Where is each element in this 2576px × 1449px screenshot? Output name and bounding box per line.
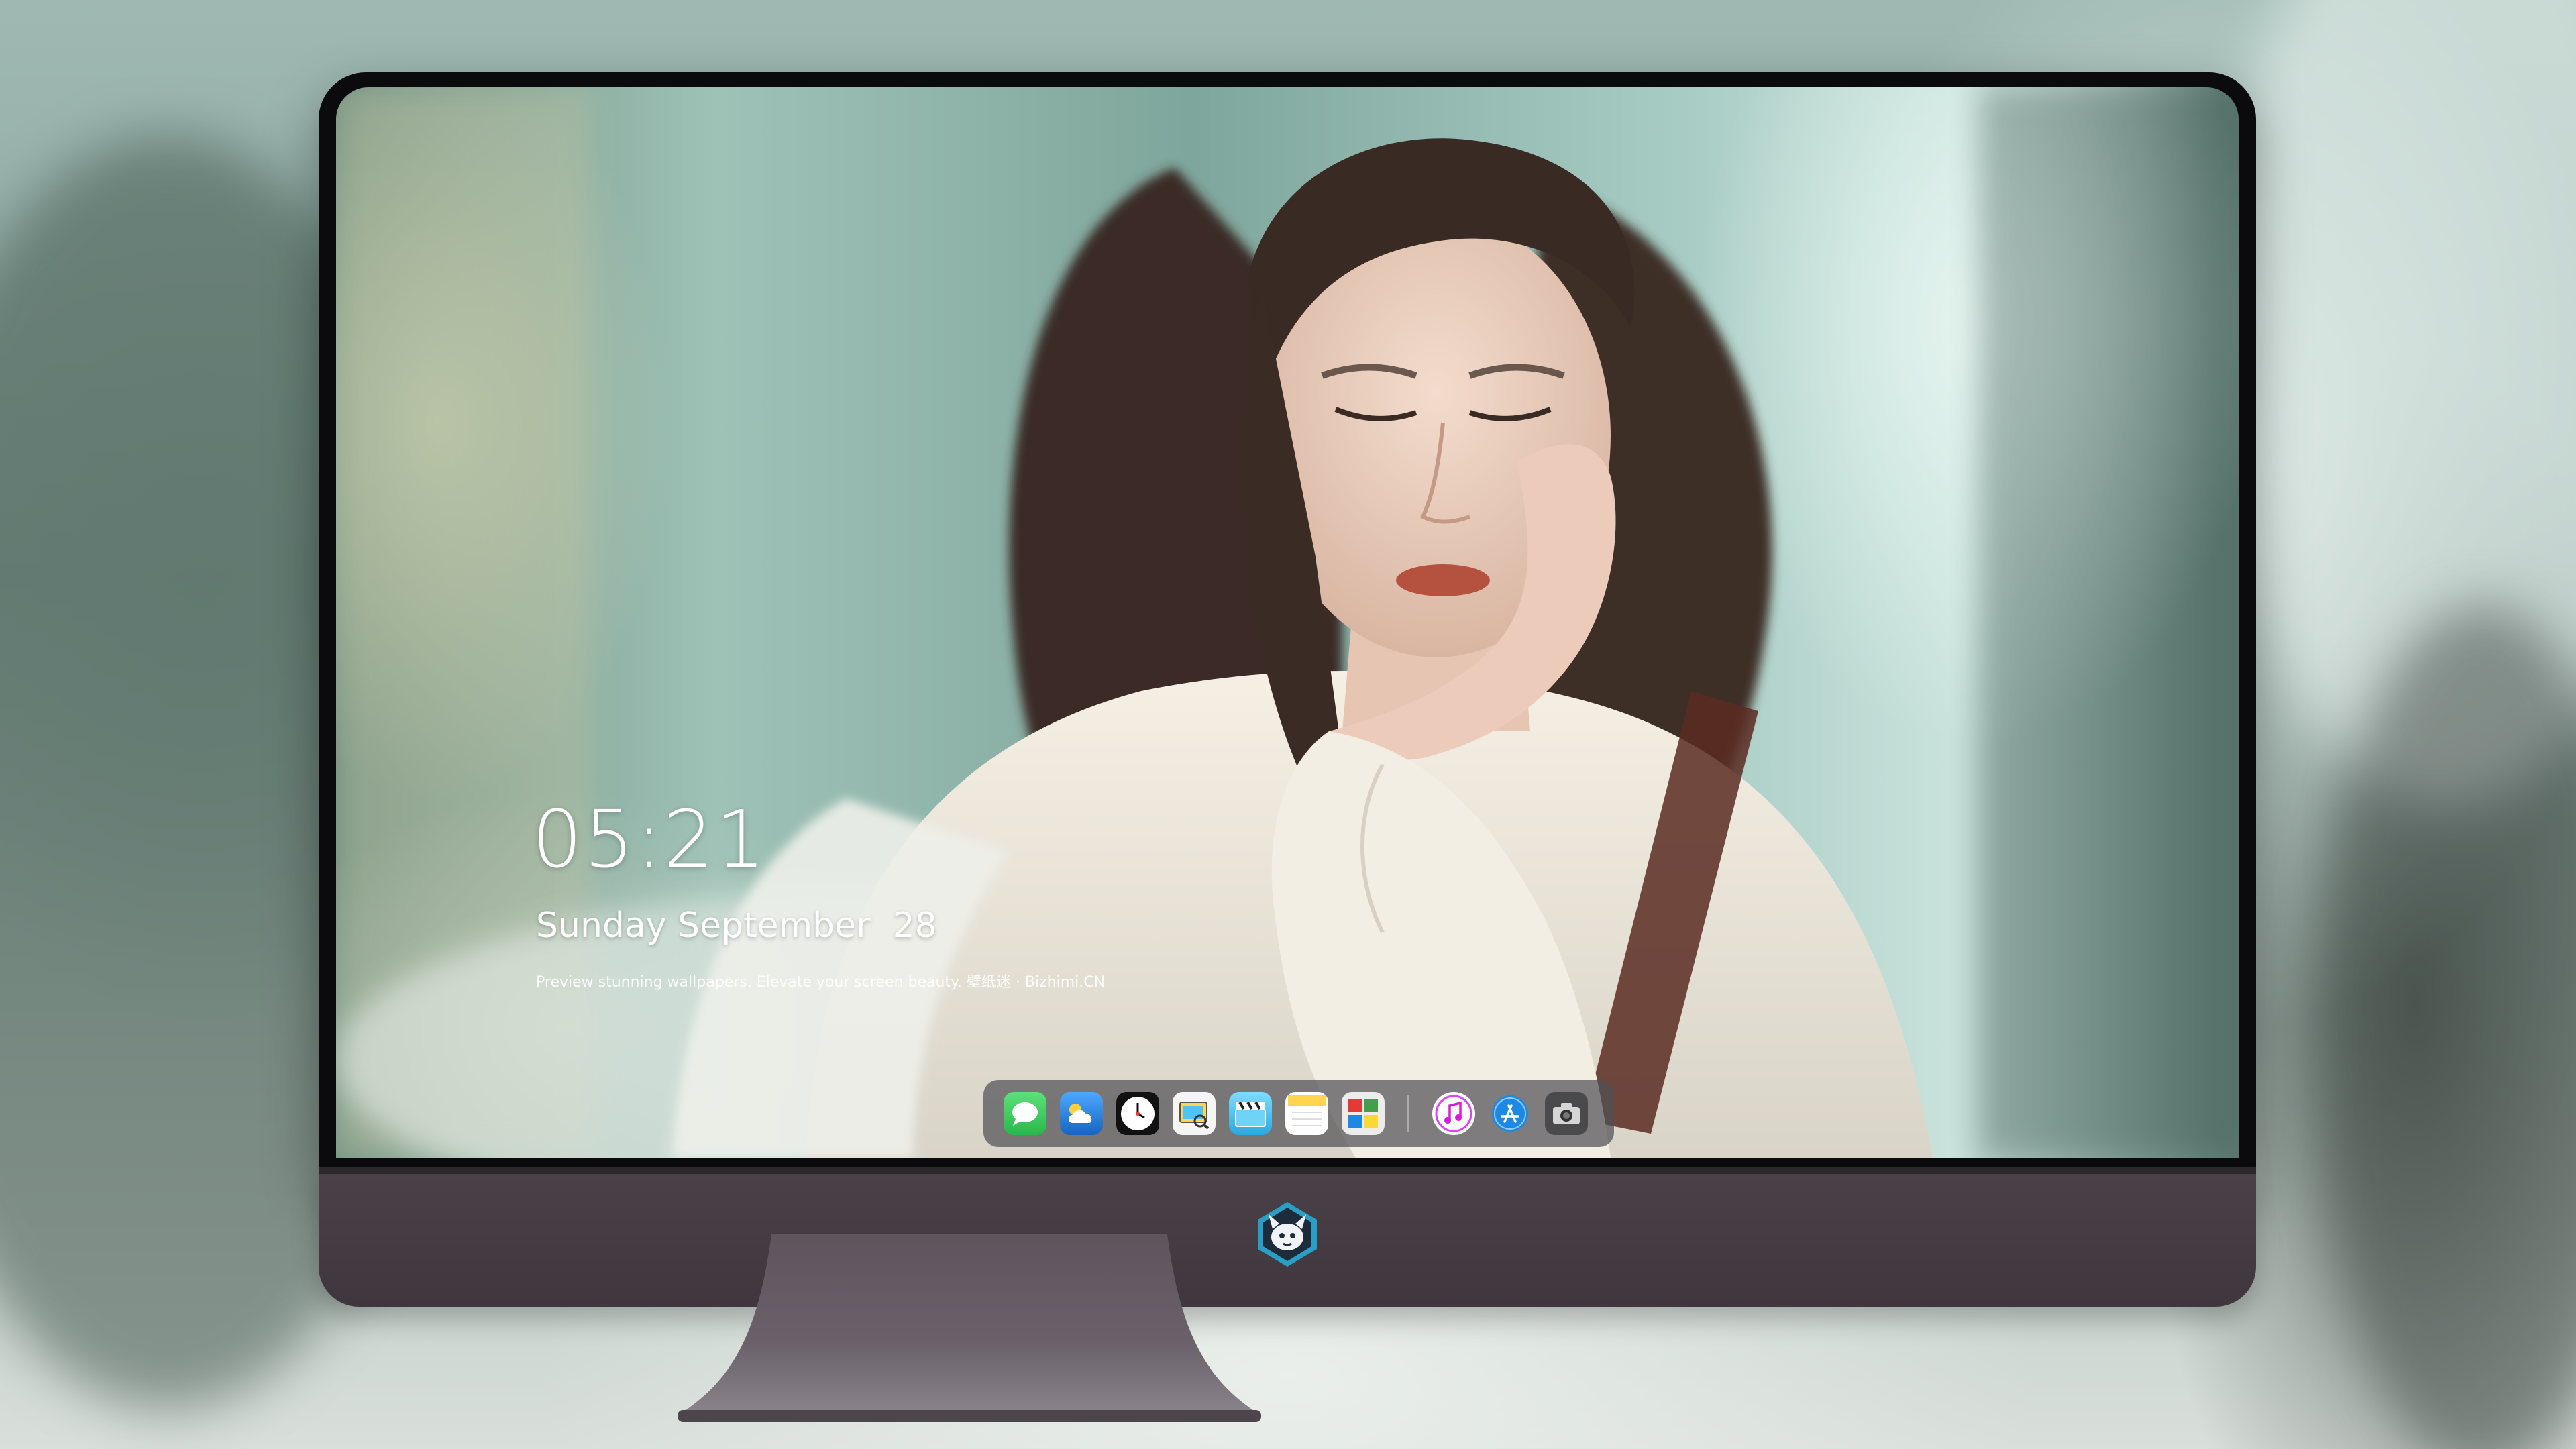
photo-viewer-icon[interactable] [1173,1092,1216,1135]
dock [983,1080,1614,1147]
clock-icon[interactable] [1116,1092,1159,1135]
wallpaper-tagline: Preview stunning wallpapers. Elevate you… [536,970,1105,991]
music-note-icon[interactable] [1432,1092,1475,1135]
clapperboard-icon[interactable] [1229,1092,1272,1135]
app-store-icon[interactable] [1489,1092,1532,1135]
lock-clock: 05:21 [532,793,767,885]
lock-date: Sunday September 28 [536,906,937,946]
photo-grid-icon[interactable] [1342,1092,1385,1135]
desktop-background: 05:21 Sunday September 28 Preview stunni… [0,0,2576,1449]
notes-icon[interactable] [1285,1092,1328,1135]
dock-separator [1407,1095,1409,1132]
cloud-icon[interactable] [1060,1092,1103,1135]
wallpaper-image [336,87,2239,1158]
camera-icon[interactable] [1545,1092,1588,1135]
monitor-stand [678,1234,1261,1422]
monitor: 05:21 Sunday September 28 Preview stunni… [319,72,2256,1307]
lock-screen: 05:21 Sunday September 28 Preview stunni… [336,87,2239,1158]
tagline-text: Preview stunning wallpapers. Elevate you… [536,974,1106,991]
message-bubble-icon[interactable] [1004,1092,1046,1135]
